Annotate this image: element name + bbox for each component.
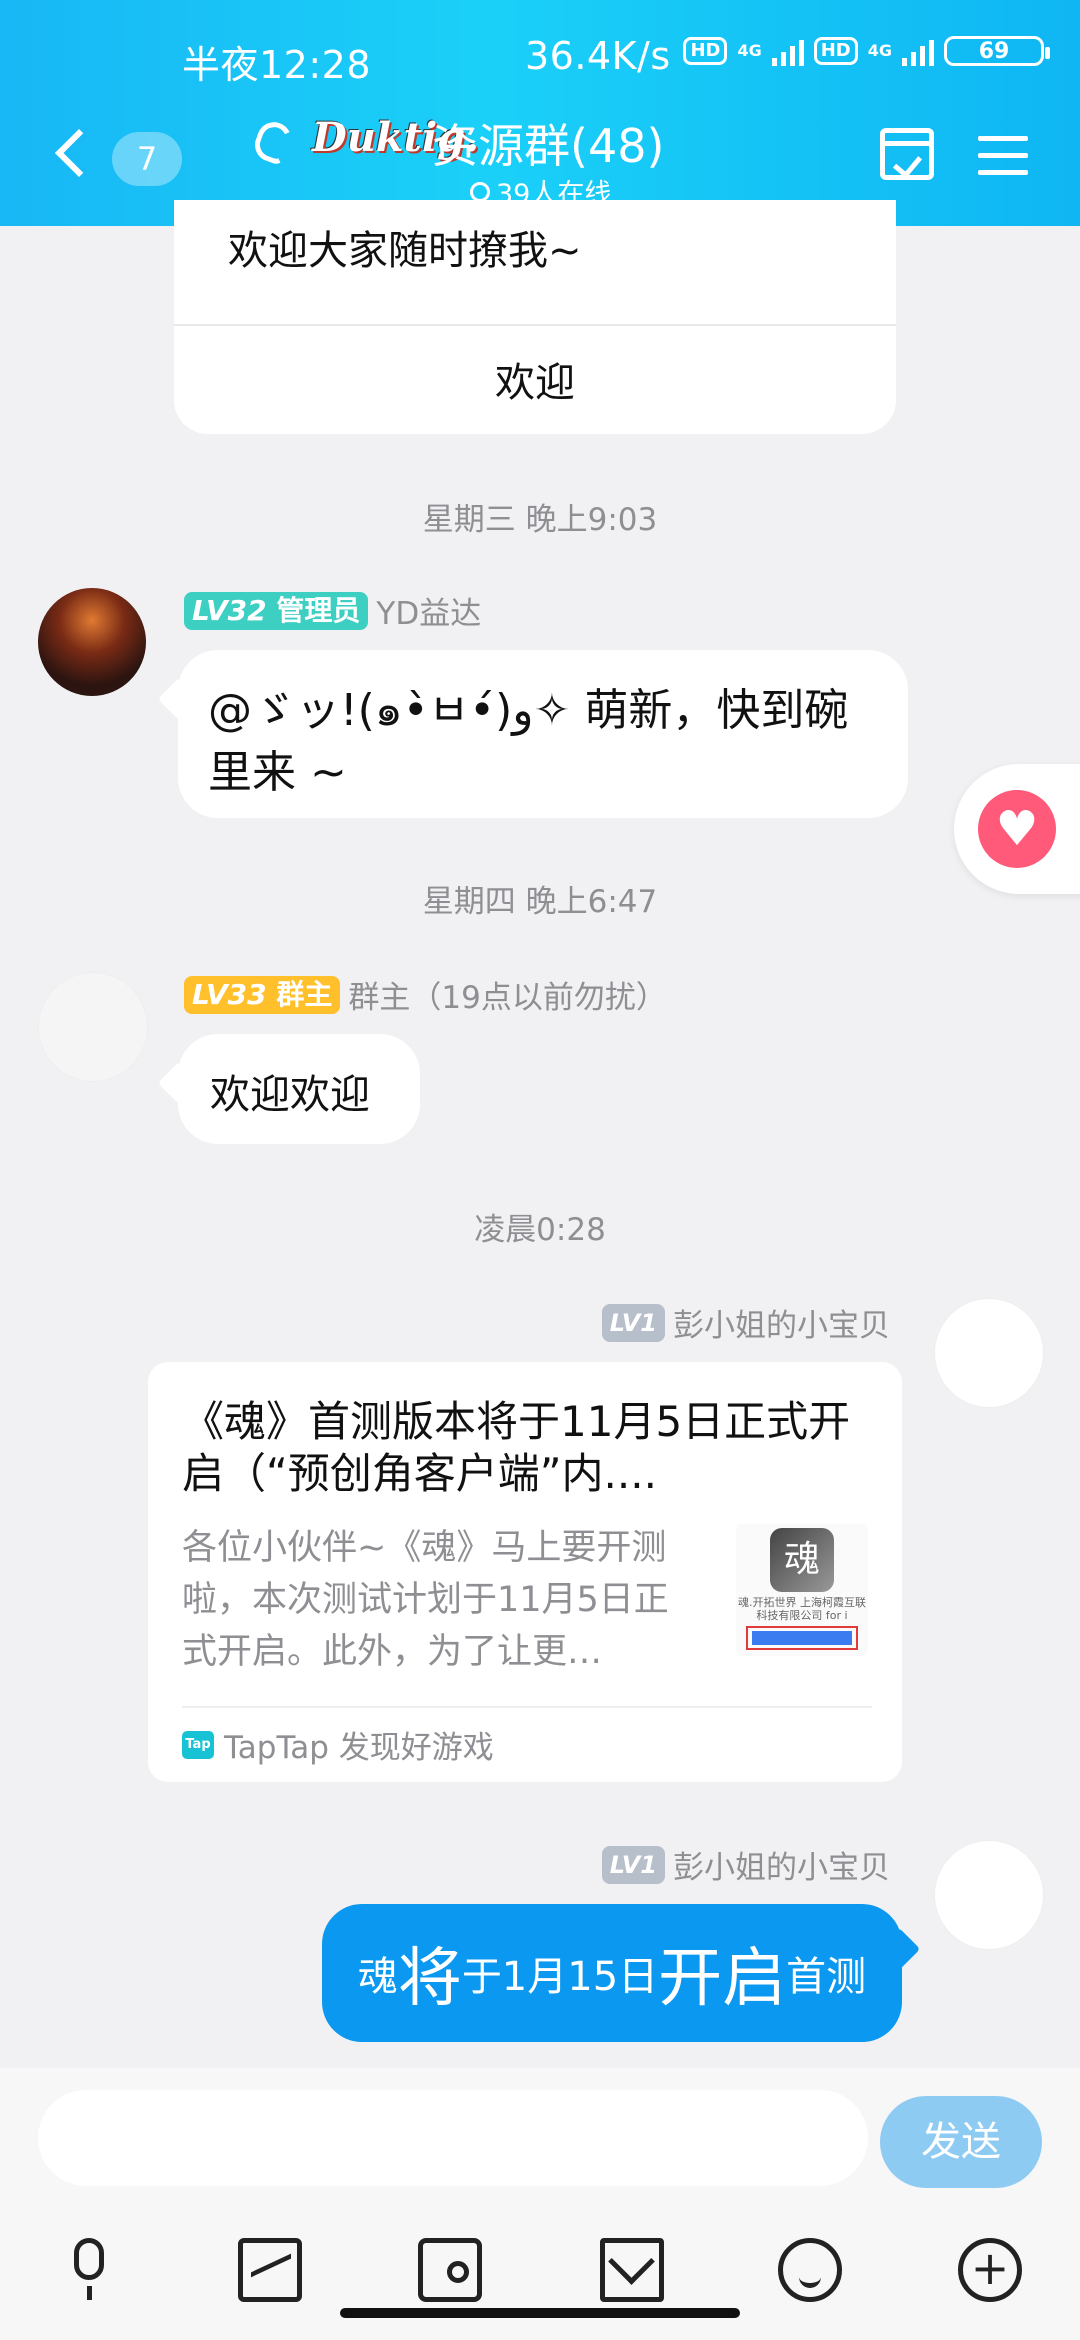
level-badge: LV1 <box>601 1303 665 1342</box>
network-4g-icon: 4G <box>737 41 762 60</box>
red-packet-icon[interactable] <box>600 2238 664 2302</box>
earpiece-mode-icon[interactable] <box>250 117 296 167</box>
avatar[interactable] <box>934 1840 1044 1950</box>
status-time: 半夜12:28 <box>182 43 372 87</box>
sender-row: LV1 彭小姐的小宝贝 <box>601 1300 890 1345</box>
hd-icon-2: HD <box>813 37 858 65</box>
sender-row: LV33 群主 群主（19点以前勿扰） <box>184 972 667 1017</box>
link-card-description: 各位小伙伴~《魂》马上要开测啦，本次测试计划于11月5日正式开启。此外，为了让更… <box>182 1528 669 1672</box>
sender-row: LV1 彭小姐的小宝贝 <box>601 1842 890 1887</box>
taptap-icon: Tap <box>182 1730 214 1759</box>
link-card-source: Tap TapTap 发现好游戏 <box>182 1722 494 1767</box>
status-icons: HD 4G HD 4G 69 <box>683 36 1050 66</box>
timestamp: 星期四 晚上6:47 <box>422 884 658 920</box>
signal-icon-2 <box>902 36 934 66</box>
input-bar: 发送 + <box>0 2068 1080 2340</box>
group-title[interactable]: 资源群(48) <box>432 110 664 176</box>
back-icon[interactable] <box>52 130 92 180</box>
chat-header: 半夜12:28 36.4K/s HD 4G HD 4G 69 7 Duktig.… <box>0 0 1080 226</box>
welcome-button[interactable]: 欢迎 <box>174 350 896 408</box>
status-speed: 36.4K/s <box>525 34 671 78</box>
mic-icon[interactable] <box>58 2238 122 2302</box>
self-message-bubble[interactable]: 魂 将 于1月15日 开启 首测 <box>322 1904 902 2042</box>
link-card-thumbnail: 魂 魂.开拓世界 上海柯霞互联科技有限公司 for i <box>736 1524 868 1656</box>
signal-icon <box>771 36 804 66</box>
sender-row: LV32 管理员 YD益达 <box>184 588 481 633</box>
message-bubble[interactable]: 欢迎欢迎 <box>178 1034 420 1144</box>
menu-icon[interactable] <box>978 136 1028 176</box>
emoji-icon[interactable] <box>778 2238 842 2302</box>
battery-level: 69 <box>978 38 1010 64</box>
send-button[interactable]: 发送 <box>880 2096 1042 2188</box>
avatar[interactable] <box>38 588 146 696</box>
link-card[interactable]: 《魂》首测版本将于11月5日正式开启（“预创角客户端”内.... 各位小伙伴~《… <box>148 1362 902 1782</box>
sender-name[interactable]: YD益达 <box>376 588 481 633</box>
plus-icon[interactable]: + <box>958 2238 1022 2302</box>
hd-icon: HD <box>683 37 728 65</box>
level-label: LV33 <box>192 977 267 1011</box>
level-label: LV32 <box>192 593 267 627</box>
admin-badge: LV32 管理员 <box>184 591 369 630</box>
role-label: 群主 <box>276 977 333 1011</box>
calendar-check-icon[interactable] <box>880 128 934 180</box>
timestamp: 星期三 晚上9:03 <box>422 502 658 538</box>
avatar[interactable] <box>38 972 148 1082</box>
game-icon: 魂 <box>770 1528 834 1592</box>
link-card-title: 《魂》首测版本将于11月5日正式开启（“预创角客户端”内.... <box>182 1397 851 1498</box>
sender-name[interactable]: 群主（19点以前勿扰） <box>348 972 666 1017</box>
heart-icon: ♥ <box>978 790 1056 868</box>
heart-float-button[interactable]: ♥ <box>954 764 1080 894</box>
level-badge: LV1 <box>601 1845 665 1884</box>
text-part: 魂 <box>357 1954 398 2000</box>
owner-badge: LV33 群主 <box>184 975 341 1014</box>
network-4g-icon-2: 4G <box>867 41 892 60</box>
text-part: 开启 <box>658 1942 787 2016</box>
home-indicator[interactable] <box>340 2308 740 2318</box>
camera-icon[interactable] <box>418 2238 482 2302</box>
welcome-card: 欢迎大家随时撩我~ 欢迎 <box>174 200 896 434</box>
battery-icon: 69 <box>944 36 1050 66</box>
text-part: 首测 <box>786 1954 867 2000</box>
online-check-icon <box>470 181 490 202</box>
divider <box>182 1706 872 1708</box>
timestamp: 凌晨0:28 <box>474 1212 606 1248</box>
message-bubble[interactable]: @ゞッ!(๑•̀ㅂ•́)و✧ 萌新，快到碗里来 ~ <box>178 650 908 818</box>
thumbnail-caption: 魂.开拓世界 上海柯霞互联科技有限公司 for i <box>738 1596 866 1622</box>
unread-count-badge[interactable]: 7 <box>112 132 182 186</box>
welcome-text: 欢迎大家随时撩我~ <box>228 228 582 274</box>
sender-name: 彭小姐的小宝贝 <box>673 1308 890 1344</box>
text-part: 将 <box>397 1942 462 2016</box>
divider <box>174 324 896 326</box>
message-input[interactable] <box>38 2090 868 2186</box>
source-label: TapTap 发现好游戏 <box>224 1730 494 1766</box>
avatar[interactable] <box>934 1298 1044 1408</box>
role-label: 管理员 <box>276 593 361 627</box>
thumbnail-button <box>746 1626 858 1650</box>
image-icon[interactable] <box>238 2238 302 2302</box>
text-part: 于1月15日 <box>461 1954 659 2000</box>
sender-name: 彭小姐的小宝贝 <box>673 1850 890 1886</box>
